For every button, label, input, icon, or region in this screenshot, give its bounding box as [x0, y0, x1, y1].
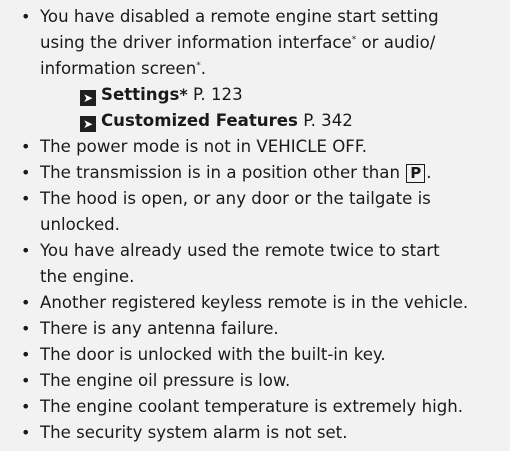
- item-text: the engine.: [40, 267, 135, 286]
- asterisk-mark: *: [351, 35, 357, 45]
- bullet: •: [21, 319, 31, 338]
- asterisk-mark: *: [196, 61, 201, 71]
- list-item: • The door is unlocked with the built-in…: [0, 342, 510, 368]
- list-item: • The engine oil pressure is low.: [0, 368, 510, 394]
- reference-title: Customized Features: [101, 111, 298, 130]
- item-text: You have disabled a remote engine start …: [40, 7, 439, 26]
- bullet: •: [21, 137, 31, 156]
- list-item: • The power mode is not in VEHICLE OFF.: [0, 134, 510, 160]
- item-text: information screen: [40, 59, 197, 78]
- reference-page: P. 342: [303, 111, 353, 130]
- right-arrow-box-icon: ➤: [80, 116, 96, 132]
- reference-link-settings[interactable]: ➤ Settings* P. 123: [40, 82, 510, 108]
- bullet: •: [21, 371, 31, 390]
- item-text: .: [426, 163, 432, 182]
- item-text: or audio/: [361, 33, 436, 52]
- list-item: • The security system alarm is not set.: [0, 420, 510, 446]
- reference-page: P. 123: [192, 85, 243, 104]
- list-item: • There is any antenna failure.: [0, 316, 510, 342]
- item-text: The transmission is in a position other …: [40, 163, 406, 182]
- item-text: You have already used the remote twice t…: [40, 241, 440, 260]
- item-text: The power mode is not in VEHICLE OFF.: [40, 137, 367, 156]
- bullet: •: [21, 345, 31, 364]
- item-text: The door is unlocked with the built-in k…: [40, 345, 386, 364]
- asterisk-mark: *: [179, 85, 188, 104]
- list-item: • The engine coolant temperature is extr…: [0, 394, 510, 420]
- item-text: The hood is open, or any door or the tai…: [40, 189, 431, 208]
- item-text: The engine coolant temperature is extrem…: [40, 397, 464, 416]
- bullet: •: [21, 241, 31, 260]
- item-text: unlocked.: [40, 215, 120, 234]
- list-item: • The hood is open, or any door or the t…: [0, 186, 510, 238]
- park-position-key: P: [406, 164, 426, 183]
- bullet: •: [21, 163, 31, 182]
- manual-page: • You have disabled a remote engine star…: [0, 0, 510, 451]
- item-text: The engine oil pressure is low.: [40, 371, 291, 390]
- bullet: •: [21, 397, 31, 416]
- item-text: using the driver information interface: [40, 33, 352, 52]
- bullet: •: [21, 423, 31, 442]
- condition-list: • You have disabled a remote engine star…: [0, 4, 510, 446]
- right-arrow-box-icon: ➤: [80, 90, 96, 106]
- item-text: Another registered keyless remote is in …: [40, 293, 469, 312]
- list-item: • Another registered keyless remote is i…: [0, 290, 510, 316]
- bullet: •: [21, 293, 31, 312]
- list-item: • You have disabled a remote engine star…: [0, 4, 510, 134]
- bullet: •: [21, 7, 31, 26]
- reference-link-customized-features[interactable]: ➤ Customized Features P. 342: [40, 108, 510, 134]
- item-text: The security system alarm is not set.: [40, 423, 348, 442]
- list-item: • The transmission is in a position othe…: [0, 160, 510, 186]
- item-text: There is any antenna failure.: [40, 319, 279, 338]
- bullet: •: [21, 189, 31, 208]
- list-item: • You have already used the remote twice…: [0, 238, 510, 290]
- reference-title: Settings: [101, 85, 180, 104]
